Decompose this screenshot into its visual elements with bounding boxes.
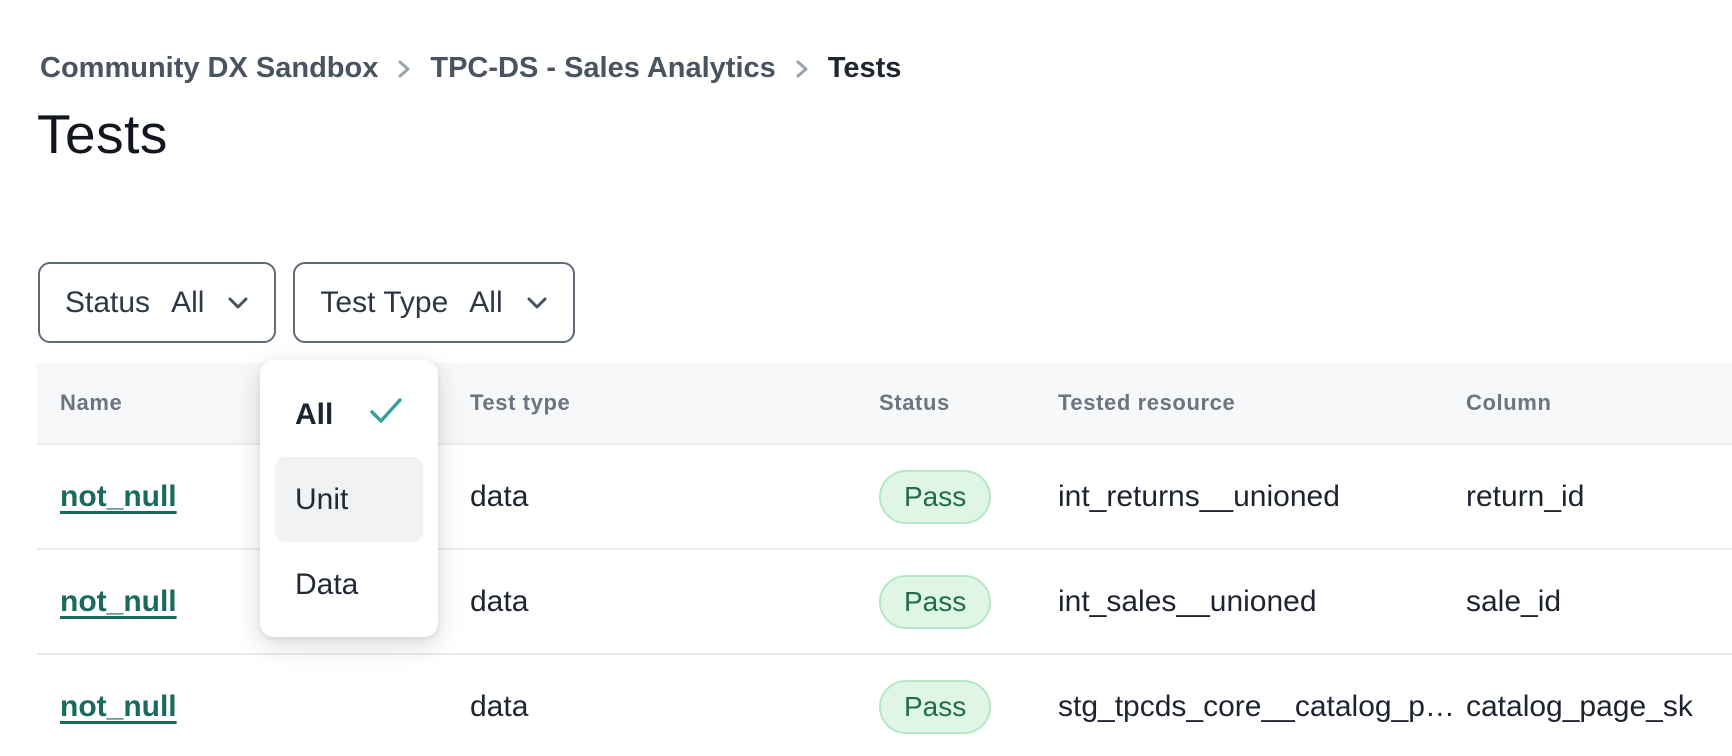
status-badge: Pass	[879, 575, 991, 629]
test-type-filter-label: Test Type	[320, 286, 448, 320]
test-type-filter-button[interactable]: Test Type All	[293, 262, 574, 343]
test-type-cell: data	[470, 690, 879, 724]
status-badge: Pass	[879, 680, 991, 734]
check-icon	[369, 397, 403, 432]
test-type-dropdown: All Unit Data	[260, 360, 438, 637]
test-type-cell: data	[470, 480, 879, 514]
test-name-link[interactable]: not_null	[60, 690, 177, 723]
status-badge: Pass	[879, 470, 991, 524]
column-header-column: Column	[1466, 390, 1732, 416]
status-filter-label: Status	[65, 286, 150, 320]
dropdown-item-data[interactable]: Data	[275, 542, 423, 627]
status-filter-value: All	[171, 286, 204, 320]
chevron-right-icon	[397, 58, 411, 80]
filter-bar: Status All Test Type All	[38, 262, 575, 343]
tested-resource-cell: stg_tpcds_core__catalog_p…	[1058, 690, 1466, 724]
test-name-link[interactable]: not_null	[60, 480, 177, 513]
breadcrumb-item-account[interactable]: Community DX Sandbox	[40, 52, 378, 85]
table-row: not_null data Pass stg_tpcds_core__catal…	[37, 653, 1732, 756]
dropdown-item-data-label: Data	[295, 568, 358, 602]
dropdown-item-all-label: All	[295, 398, 333, 432]
test-type-cell: data	[470, 585, 879, 619]
tested-resource-cell: int_returns__unioned	[1058, 480, 1466, 514]
column-header-status: Status	[879, 390, 1058, 416]
status-filter-button[interactable]: Status All	[38, 262, 276, 343]
tests-page: Community DX Sandbox TPC-DS - Sales Anal…	[0, 0, 1732, 756]
test-type-filter-value: All	[469, 286, 502, 320]
page-title: Tests	[37, 102, 168, 166]
chevron-right-icon	[795, 58, 809, 80]
dropdown-item-unit[interactable]: Unit	[275, 457, 423, 542]
column-header-test-type: Test type	[470, 390, 879, 416]
breadcrumb: Community DX Sandbox TPC-DS - Sales Anal…	[40, 52, 901, 85]
tested-resource-cell: int_sales__unioned	[1058, 585, 1466, 619]
column-cell: sale_id	[1466, 585, 1732, 619]
column-cell: return_id	[1466, 480, 1732, 514]
breadcrumb-item-project[interactable]: TPC-DS - Sales Analytics	[430, 52, 775, 85]
dropdown-item-unit-label: Unit	[295, 483, 348, 517]
chevron-down-icon	[227, 296, 249, 310]
chevron-down-icon	[526, 296, 548, 310]
column-header-tested-resource: Tested resource	[1058, 390, 1466, 416]
test-name-link[interactable]: not_null	[60, 585, 177, 618]
column-cell: catalog_page_sk	[1466, 690, 1732, 724]
dropdown-item-all[interactable]: All	[275, 372, 423, 457]
breadcrumb-item-tests: Tests	[828, 52, 902, 85]
